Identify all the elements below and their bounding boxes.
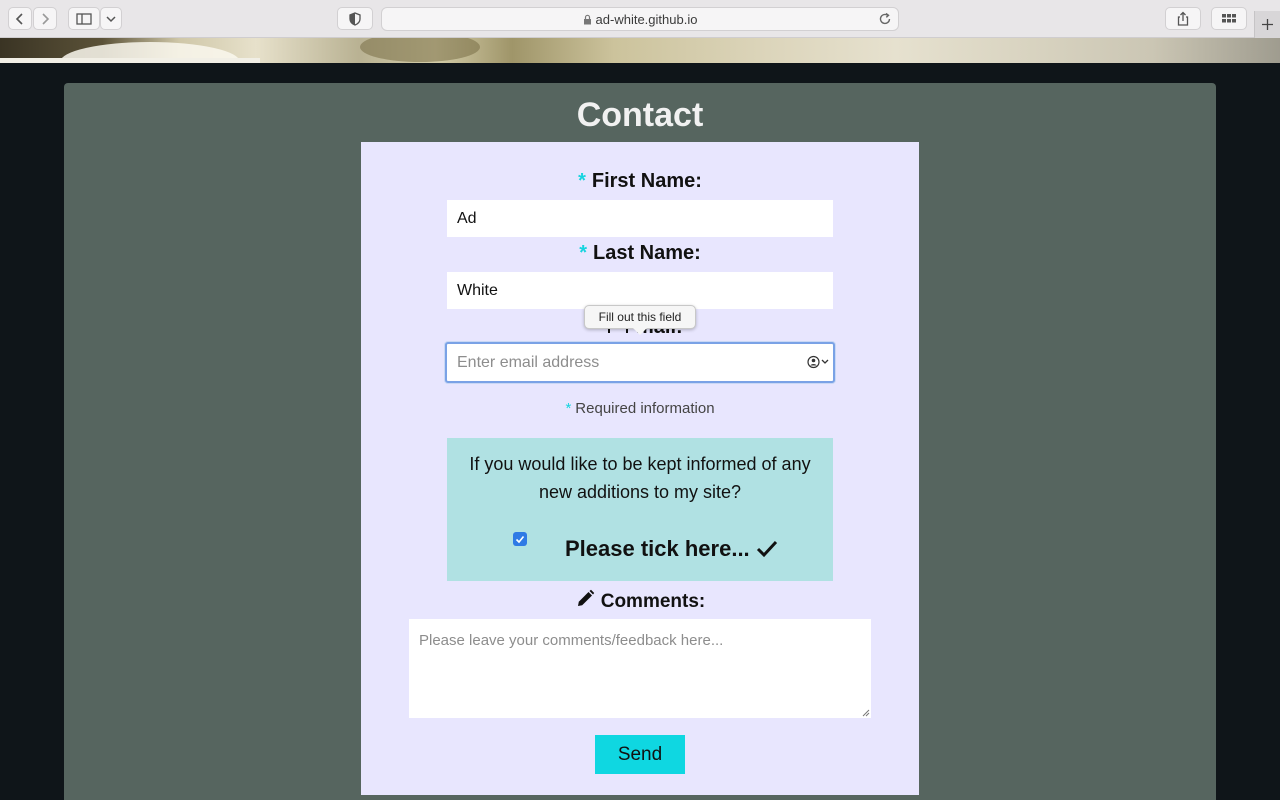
newsletter-checkbox-label[interactable]: Please tick here... — [565, 536, 778, 562]
newsletter-prompt: If you would like to be kept informed of… — [469, 454, 811, 502]
url-text: ad-white.github.io — [595, 12, 698, 27]
first-name-label-text: First Name: — [591, 170, 702, 192]
pencil-icon — [577, 589, 594, 606]
first-name-label: * First Name: — [361, 170, 919, 193]
required-star: * — [565, 400, 572, 417]
last-name-label: * Last Name: — [361, 242, 919, 265]
back-button[interactable] — [8, 7, 32, 30]
grid-icon — [1222, 14, 1236, 23]
newsletter-checkbox[interactable] — [513, 532, 527, 546]
chevron-right-icon — [42, 12, 50, 25]
first-name-field[interactable]: Ad — [447, 200, 833, 237]
chevron-down-icon — [106, 15, 116, 22]
contact-form: * First Name: Ad * Last Name: White Enter … — [361, 142, 919, 795]
sidebar-icon — [76, 12, 92, 25]
required-star: * — [578, 170, 586, 192]
reload-icon[interactable] — [878, 12, 892, 26]
address-bar[interactable]: ad-white.github.io — [381, 7, 899, 31]
check-icon — [756, 540, 777, 558]
email-placeholder: Enter email address — [457, 354, 600, 371]
hero-image — [0, 38, 1280, 63]
page-title: Contact — [576, 96, 704, 134]
required-note-text: Required information — [575, 400, 715, 417]
new-tab-button[interactable] — [1254, 11, 1280, 38]
comments-placeholder: Please leave your comments/feedback here… — [419, 632, 724, 649]
lock-icon — [583, 14, 591, 25]
shield-icon — [349, 11, 361, 26]
sidebar-button[interactable] — [68, 7, 100, 30]
resize-grip-icon[interactable] — [861, 708, 870, 717]
comments-label: Comments: — [361, 589, 919, 613]
share-button[interactable] — [1165, 7, 1201, 30]
browser-toolbar: ad-white.github.io — [0, 0, 1280, 38]
tab-overview-button[interactable] — [1211, 7, 1247, 30]
newsletter-checkbox-text: Please tick here... — [565, 536, 750, 561]
contact-autofill-icon[interactable] — [807, 355, 829, 369]
privacy-button[interactable] — [337, 7, 373, 30]
send-button[interactable]: Send — [595, 735, 685, 774]
comments-label-text: Comments: — [600, 591, 706, 612]
last-name-label-text: Last Name: — [592, 242, 701, 264]
plus-icon — [1262, 19, 1273, 30]
share-icon — [1177, 11, 1189, 26]
last-name-field[interactable]: White — [447, 272, 833, 309]
sidebar-menu-button[interactable] — [100, 7, 122, 30]
hero-edge — [0, 58, 260, 63]
comments-textarea[interactable]: Please leave your comments/feedback here… — [409, 619, 871, 718]
validation-tooltip: Fill out this field — [584, 305, 696, 335]
chevron-left-icon — [15, 12, 23, 25]
address-text: ad-white.github.io — [382, 12, 898, 27]
forward-button[interactable] — [33, 7, 57, 30]
required-note: * Required information — [361, 400, 919, 417]
checkmark-icon — [515, 535, 525, 543]
email-field[interactable]: Enter email address — [445, 342, 835, 383]
newsletter-box: If you would like to be kept informed of… — [447, 438, 833, 581]
required-star: * — [579, 242, 587, 264]
hero-shadow — [360, 38, 480, 62]
